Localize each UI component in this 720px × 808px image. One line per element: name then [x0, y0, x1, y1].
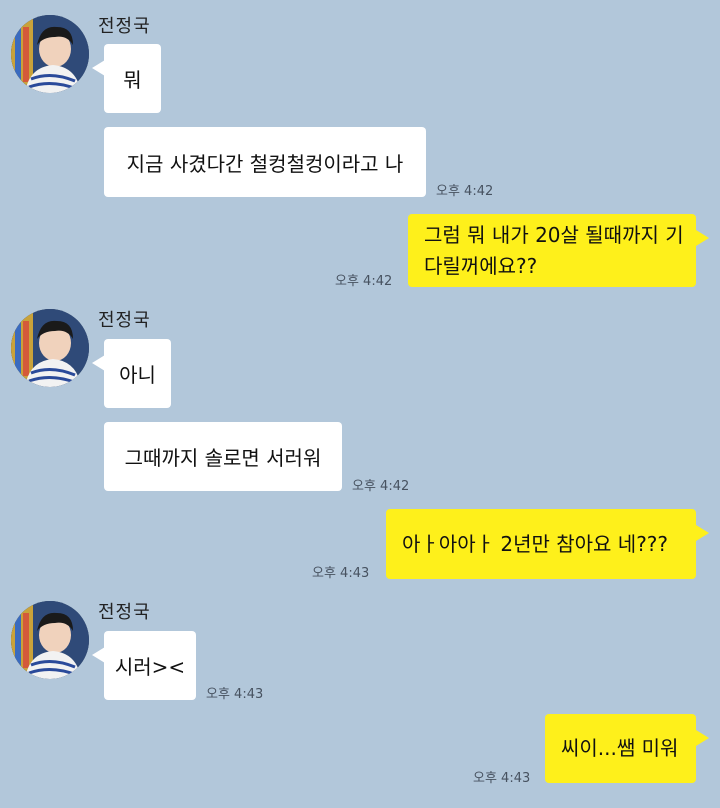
- message-bubble[interactable]: 아ㅏ아아ㅏ 2년만 참아요 네???: [386, 509, 696, 579]
- profile-photo-icon: [11, 15, 89, 93]
- avatar[interactable]: [11, 601, 89, 679]
- message-time: 오후 4:43: [473, 771, 531, 786]
- message-bubble[interactable]: 그럼 뭐 내가 20살 될때까지 기다릴꺼에요??: [408, 214, 696, 287]
- message-bubble[interactable]: 아니: [104, 339, 171, 408]
- message-time: 오후 4:42: [436, 184, 494, 199]
- profile-photo-icon: [11, 309, 89, 387]
- message-time: 오후 4:43: [312, 566, 370, 581]
- sender-name: 전정국: [98, 602, 151, 623]
- message-text: 뭐: [123, 68, 142, 92]
- avatar[interactable]: [11, 309, 89, 387]
- message-bubble[interactable]: 시러><: [104, 631, 196, 700]
- message-time: 오후 4:42: [335, 274, 393, 289]
- message-bubble[interactable]: 지금 사겼다간 철컹철컹이라고 나: [104, 127, 426, 197]
- message-text: 그럼 뭐 내가 20살 될때까지 기다릴꺼에요??: [424, 222, 684, 278]
- message-text: 그때까지 솔로면 서러워: [124, 446, 322, 470]
- message-bubble[interactable]: 뭐: [104, 44, 161, 113]
- bubble-tail: [696, 730, 709, 746]
- avatar[interactable]: [11, 15, 89, 93]
- bubble-tail: [696, 525, 709, 541]
- sender-name: 전정국: [98, 310, 151, 331]
- message-text: 씨이...쌤 미워: [561, 736, 679, 760]
- message-time: 오후 4:42: [352, 479, 410, 494]
- message-text: 아ㅏ아아ㅏ 2년만 참아요 네???: [402, 531, 669, 556]
- message-text: 시러><: [114, 655, 186, 679]
- bubble-tail: [696, 230, 709, 246]
- message-text: 아니: [119, 363, 156, 387]
- message-bubble[interactable]: 그때까지 솔로면 서러워: [104, 422, 342, 491]
- message-time: 오후 4:43: [206, 687, 264, 702]
- sender-name: 전정국: [98, 16, 151, 37]
- profile-photo-icon: [11, 601, 89, 679]
- message-text: 지금 사겼다간 철컹철컹이라고 나: [126, 151, 404, 176]
- message-bubble[interactable]: 씨이...쌤 미워: [545, 714, 696, 783]
